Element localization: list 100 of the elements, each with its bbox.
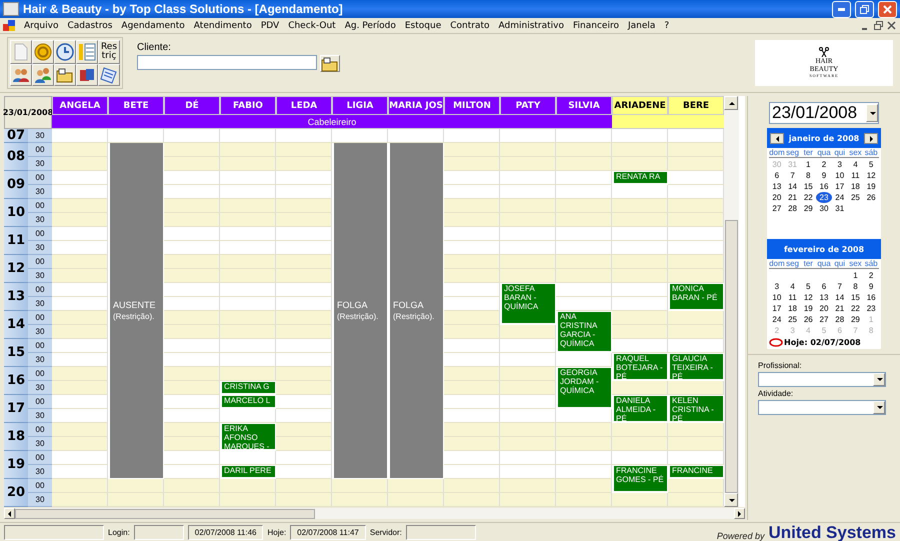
- menu-item[interactable]: PDV: [260, 20, 280, 30]
- schedule-cell[interactable]: [164, 339, 220, 353]
- schedule-cell[interactable]: [668, 479, 724, 493]
- schedule-cell[interactable]: [500, 241, 556, 255]
- schedule-cell[interactable]: [612, 199, 668, 213]
- schedule-cell[interactable]: [276, 381, 332, 395]
- calendar-day[interactable]: 20: [816, 303, 832, 314]
- schedule-cell[interactable]: [220, 283, 276, 297]
- schedule-cell[interactable]: [444, 423, 500, 437]
- schedule-cell[interactable]: [612, 255, 668, 269]
- schedule-cell[interactable]: [52, 213, 108, 227]
- calendar-day[interactable]: 9: [816, 170, 832, 181]
- toolbar-button[interactable]: [98, 64, 120, 86]
- schedule-cell[interactable]: [556, 353, 612, 367]
- schedule-cell[interactable]: [444, 437, 500, 451]
- schedule-cell[interactable]: [500, 185, 556, 199]
- schedule-cell[interactable]: [500, 255, 556, 269]
- schedule-cell[interactable]: [612, 129, 668, 143]
- menu-item[interactable]: Contrato: [450, 20, 490, 30]
- calendar-day[interactable]: 17: [832, 181, 848, 192]
- schedule-cell[interactable]: [668, 423, 724, 437]
- today-link[interactable]: Hoje: 02/07/2008: [784, 338, 861, 347]
- appointment[interactable]: FRANCINE: [669, 465, 724, 478]
- appointment[interactable]: RAQUEL BOTEJARA - PÉ: [613, 353, 668, 380]
- schedule-cell[interactable]: [276, 493, 332, 507]
- schedule-cell[interactable]: [276, 283, 332, 297]
- calendar-day[interactable]: 22: [848, 303, 864, 314]
- menu-item[interactable]: Cadastros: [67, 20, 112, 30]
- schedule-cell[interactable]: [276, 423, 332, 437]
- calendar-day[interactable]: 14: [784, 181, 800, 192]
- schedule-cell[interactable]: [444, 409, 500, 423]
- schedule-cell[interactable]: [220, 409, 276, 423]
- schedule-cell[interactable]: [108, 479, 164, 493]
- calendar-day[interactable]: 31: [832, 203, 848, 214]
- schedule-cell[interactable]: [220, 227, 276, 241]
- schedule-cell[interactable]: [444, 311, 500, 325]
- schedule-cell[interactable]: [556, 255, 612, 269]
- calendar-day[interactable]: 21: [832, 303, 848, 314]
- schedule-cell[interactable]: [556, 241, 612, 255]
- schedule-cell[interactable]: [52, 129, 108, 143]
- schedule-cell[interactable]: [164, 143, 220, 157]
- schedule-cell[interactable]: [444, 493, 500, 507]
- schedule-cell[interactable]: [164, 297, 220, 311]
- schedule-cell[interactable]: [108, 493, 164, 507]
- schedule-cell[interactable]: [52, 339, 108, 353]
- schedule-cell[interactable]: [500, 409, 556, 423]
- schedule-cell[interactable]: [556, 409, 612, 423]
- column-header[interactable]: MARIA JOS: [388, 96, 444, 115]
- schedule-cell[interactable]: [276, 479, 332, 493]
- schedule-cell[interactable]: [164, 227, 220, 241]
- appointment[interactable]: DARIL PERE: [221, 465, 276, 478]
- schedule-cell[interactable]: [52, 171, 108, 185]
- schedule-cell[interactable]: [500, 493, 556, 507]
- calendar-day[interactable]: 23: [863, 303, 879, 314]
- calendar-day[interactable]: 29: [848, 314, 864, 325]
- date-field[interactable]: 23/01/2008: [769, 102, 879, 124]
- schedule-cell[interactable]: [164, 409, 220, 423]
- schedule-cell[interactable]: [556, 297, 612, 311]
- calendar-day[interactable]: 1: [848, 270, 864, 281]
- schedule-cell[interactable]: [556, 465, 612, 479]
- schedule-cell[interactable]: [52, 353, 108, 367]
- schedule-cell[interactable]: [164, 325, 220, 339]
- schedule-cell[interactable]: [444, 171, 500, 185]
- schedule-cell[interactable]: [668, 339, 724, 353]
- schedule-cell[interactable]: [444, 339, 500, 353]
- schedule-cell[interactable]: [388, 493, 444, 507]
- schedule-cell[interactable]: [52, 143, 108, 157]
- schedule-cell[interactable]: [220, 171, 276, 185]
- schedule-cell[interactable]: [276, 185, 332, 199]
- schedule-cell[interactable]: [164, 465, 220, 479]
- schedule-cell[interactable]: [164, 451, 220, 465]
- schedule-cell[interactable]: [444, 199, 500, 213]
- app-menu-icon[interactable]: [3, 20, 15, 31]
- schedule-cell[interactable]: [164, 241, 220, 255]
- schedule-cell[interactable]: [500, 367, 556, 381]
- schedule-cell[interactable]: [220, 297, 276, 311]
- schedule-cell[interactable]: [52, 465, 108, 479]
- schedule-cell[interactable]: [500, 157, 556, 171]
- calendar-day[interactable]: 6: [769, 170, 785, 181]
- close-icon[interactable]: [886, 20, 897, 31]
- schedule-cell[interactable]: [52, 437, 108, 451]
- calendar-day[interactable]: 17: [769, 303, 785, 314]
- calendar-day[interactable]: 12: [800, 292, 816, 303]
- menu-item[interactable]: Financeiro: [573, 20, 619, 30]
- schedule-cell[interactable]: [276, 437, 332, 451]
- calendar-day[interactable]: 6: [816, 281, 832, 292]
- schedule-cell[interactable]: [388, 479, 444, 493]
- horizontal-scrollbar[interactable]: [4, 508, 745, 519]
- schedule-cell[interactable]: [276, 325, 332, 339]
- schedule-cell[interactable]: [164, 185, 220, 199]
- dropdown-field[interactable]: [758, 372, 886, 387]
- calendar-day[interactable]: 9: [863, 281, 879, 292]
- schedule-cell[interactable]: [276, 339, 332, 353]
- toolbar-button[interactable]: [32, 40, 54, 64]
- appointment[interactable]: MONICA BARAN - PÉ: [669, 283, 724, 310]
- schedule-cell[interactable]: [444, 129, 500, 143]
- schedule-cell[interactable]: [52, 409, 108, 423]
- schedule-cell[interactable]: [164, 311, 220, 325]
- calendar-day[interactable]: 14: [832, 292, 848, 303]
- schedule-cell[interactable]: [500, 479, 556, 493]
